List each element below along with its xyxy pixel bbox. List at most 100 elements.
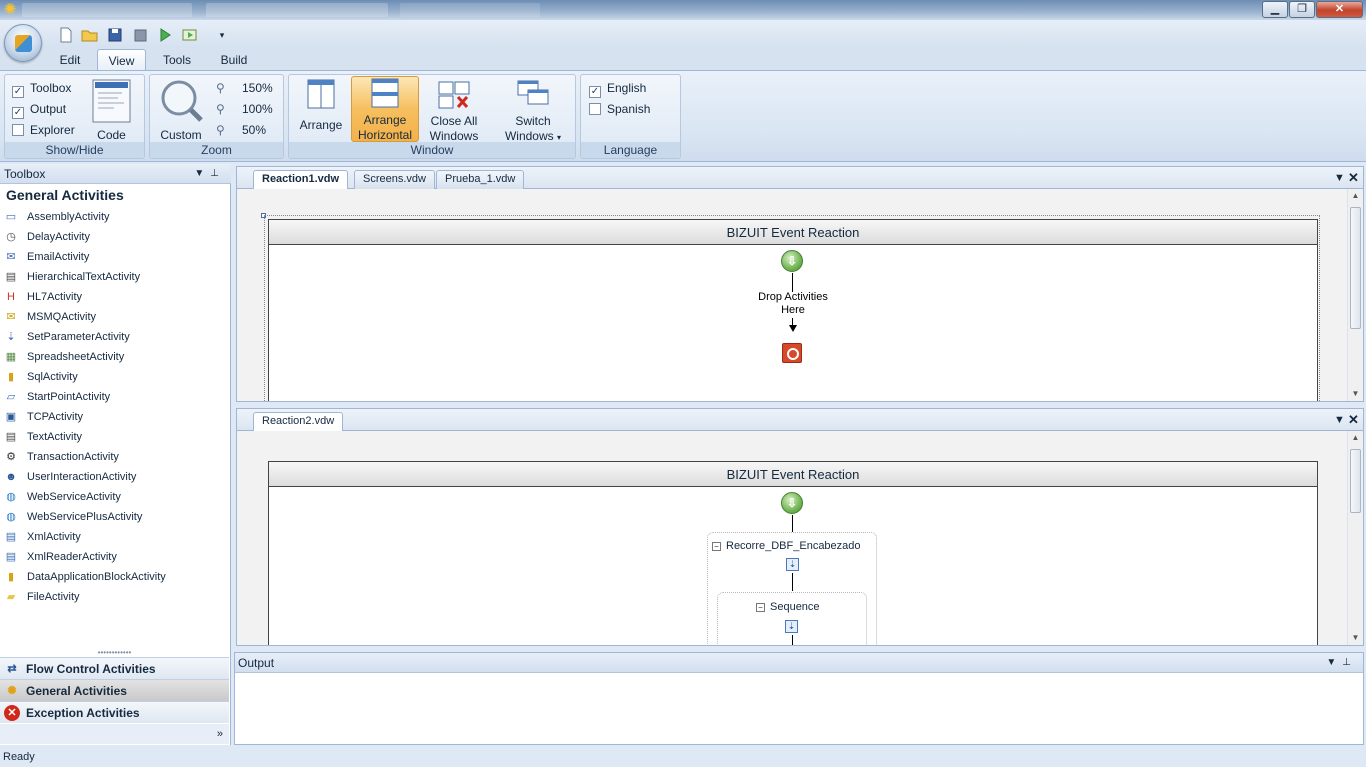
sequence-header[interactable]: − Sequence <box>756 601 820 613</box>
output-toggle[interactable]: ✓ Output <box>12 100 66 119</box>
tab-edit[interactable]: Edit <box>50 49 90 71</box>
pin-icon[interactable]: ⊥ <box>210 168 225 179</box>
toolbox-item[interactable]: H HL7Activity <box>0 287 229 307</box>
tab-reaction2[interactable]: Reaction2.vdw <box>253 412 344 432</box>
category-exception[interactable]: ✕ Exception Activities <box>0 701 229 723</box>
application-menu-button[interactable] <box>4 24 42 62</box>
arrange-horizontal-button[interactable]: Arrange Horizontal <box>351 76 419 142</box>
document-pane-1: Reaction1.vdw Screens.vdw Prueba_1.vdw ▼… <box>236 166 1364 402</box>
toolbox-item[interactable]: ◍ WebServiceActivity <box>0 487 229 507</box>
toolbox-item[interactable]: ▮ DataApplicationBlockActivity <box>0 567 229 587</box>
save-all-icon[interactable] <box>131 27 149 43</box>
activity-header[interactable]: − Recorre_DBF_Encabezado <box>712 540 861 552</box>
scroll-up-icon[interactable]: ▲ <box>1348 431 1363 445</box>
workflow-designer[interactable]: BIZUIT Event Reaction ⇩ − Recorre_DBF_Enc… <box>268 461 1318 645</box>
english-toggle[interactable]: ✓ English <box>589 79 646 98</box>
close-document-icon[interactable]: ✕ <box>1348 411 1359 429</box>
toolbox-toggle[interactable]: ✓ Toolbox <box>12 79 71 98</box>
workflow-canvas[interactable]: BIZUIT Event Reaction ⇩ Drop Activities … <box>237 189 1347 401</box>
tab-reaction1[interactable]: Reaction1.vdw <box>253 170 349 190</box>
toolbox-item-label: HL7Activity <box>27 291 83 303</box>
more-categories-button[interactable]: » <box>0 724 229 744</box>
document-pane-2: Reaction2.vdw ▼ ✕ BIZUIT Event Reaction … <box>236 408 1364 646</box>
tab-build[interactable]: Build <box>210 49 258 71</box>
group-label-language: Language <box>581 142 680 158</box>
tab-prueba1[interactable]: Prueba_1.vdw <box>436 170 525 189</box>
pin-icon[interactable]: ⊥ <box>1342 657 1357 668</box>
toolbox-item[interactable]: ▰ FileActivity <box>0 587 229 607</box>
toolbox-item[interactable]: ☻ UserInteractionActivity <box>0 467 229 487</box>
tab-list-dropdown-icon[interactable]: ▼ <box>1334 411 1345 429</box>
vertical-scrollbar[interactable]: ▲ ▼ <box>1347 431 1363 645</box>
toolbox-item[interactable]: ▤ HierarchicalTextActivity <box>0 267 229 287</box>
tab-view[interactable]: View <box>97 49 146 71</box>
pane-dropdown-icon[interactable]: ▼ <box>1326 657 1342 668</box>
scroll-thumb[interactable] <box>1350 449 1361 513</box>
toolbox-item[interactable]: ◷ DelayActivity <box>0 227 229 247</box>
collapse-icon[interactable]: − <box>756 603 765 612</box>
arrange-button[interactable]: Arrange <box>296 78 346 142</box>
toolbox-item[interactable]: ▮ SqlActivity <box>0 367 229 387</box>
new-file-icon[interactable] <box>57 27 75 43</box>
output-text-area[interactable] <box>235 674 1363 744</box>
tab-tools[interactable]: Tools <box>155 49 199 71</box>
debug-icon[interactable] <box>181 27 199 43</box>
code-button[interactable]: Code <box>89 78 134 142</box>
scroll-up-icon[interactable]: ▲ <box>1348 189 1363 203</box>
toolbox-item-label: UserInteractionActivity <box>27 471 137 483</box>
toolbox-item[interactable]: ▤ XmlActivity <box>0 527 229 547</box>
customize-toolbar-icon[interactable]: ▾ <box>213 27 231 43</box>
toolbox-item[interactable]: ⚙ TransactionActivity <box>0 447 229 467</box>
end-node-icon[interactable] <box>782 343 802 363</box>
clock-icon: ◷ <box>6 231 16 243</box>
toolbox-item[interactable]: ▤ XmlReaderActivity <box>0 547 229 567</box>
save-icon[interactable] <box>106 27 124 43</box>
pane-dropdown-icon[interactable]: ▼ <box>194 168 210 179</box>
zoom-150-button[interactable]: ⚲ 150% <box>216 79 273 97</box>
tab-screens[interactable]: Screens.vdw <box>354 170 435 189</box>
collapse-icon[interactable]: − <box>712 542 721 551</box>
run-icon[interactable] <box>156 27 174 43</box>
toolbox-item[interactable]: ▦ SpreadsheetActivity <box>0 347 229 367</box>
scroll-down-icon[interactable]: ▼ <box>1348 387 1363 401</box>
toolbox-item[interactable]: ▭ AssemblyActivity <box>0 207 229 227</box>
workflow-canvas[interactable]: BIZUIT Event Reaction ⇩ − Recorre_DBF_Enc… <box>237 431 1347 645</box>
toolbox-item[interactable]: ▤ TextActivity <box>0 427 229 447</box>
switch-windows-button[interactable]: Switch Windows ▾ <box>500 78 566 145</box>
switch-windows-label-2: Windows ▾ <box>500 129 566 145</box>
open-folder-icon[interactable] <box>81 27 99 43</box>
app-star-icon[interactable]: ✺ <box>2 2 18 18</box>
toolbox-splitter[interactable]: •••••••••••• <box>0 649 229 657</box>
workflow-designer[interactable]: BIZUIT Event Reaction ⇩ Drop Activities … <box>268 219 1318 401</box>
toolbox-item[interactable]: ◍ WebServicePlusActivity <box>0 507 229 527</box>
category-flow-control[interactable]: ⇄ Flow Control Activities <box>0 657 229 679</box>
explorer-toggle-label: Explorer <box>30 123 75 137</box>
close-all-windows-button[interactable]: Close All Windows <box>425 78 483 143</box>
drop-text-line-1: Drop Activities <box>758 291 828 303</box>
toolbox-item[interactable]: ▱ StartPointActivity <box>0 387 229 407</box>
spanish-toggle[interactable]: Spanish <box>589 100 650 118</box>
scroll-down-icon[interactable]: ▼ <box>1348 631 1363 645</box>
start-node-icon[interactable]: ⇩ <box>781 250 803 272</box>
vertical-scrollbar[interactable]: ▲ ▼ <box>1347 189 1363 401</box>
toolbox-item-label: StartPointActivity <box>27 391 111 403</box>
scroll-thumb[interactable] <box>1350 207 1361 329</box>
zoom-custom-button[interactable]: Custom <box>155 78 207 142</box>
toolbox-item[interactable]: ✉ MSMQActivity <box>0 307 229 327</box>
minimize-button[interactable]: ▁ <box>1262 1 1288 18</box>
toolbox-item[interactable]: ✉ EmailActivity <box>0 247 229 267</box>
close-document-icon[interactable]: ✕ <box>1348 169 1359 187</box>
tab-list-dropdown-icon[interactable]: ▼ <box>1334 169 1345 187</box>
drop-zone[interactable]: Drop Activities Here <box>733 291 853 317</box>
category-general-activities[interactable]: ✺ General Activities <box>0 679 229 701</box>
database-icon: ▮ <box>7 371 15 383</box>
maximize-button[interactable]: ❐ <box>1289 1 1315 18</box>
zoom-50-button[interactable]: ⚲ 50% <box>216 121 266 139</box>
start-node-icon[interactable]: ⇩ <box>781 492 803 514</box>
zoom-100-button[interactable]: ⚲ 100% <box>216 100 273 118</box>
toolbox-item[interactable]: ▣ TCPActivity <box>0 407 229 427</box>
close-window-button[interactable]: ✕ <box>1316 1 1363 18</box>
close-all-label-2: Windows <box>429 129 479 143</box>
toolbox-item[interactable]: ⇣ SetParameterActivity <box>0 327 229 347</box>
explorer-toggle[interactable]: Explorer <box>12 121 75 139</box>
